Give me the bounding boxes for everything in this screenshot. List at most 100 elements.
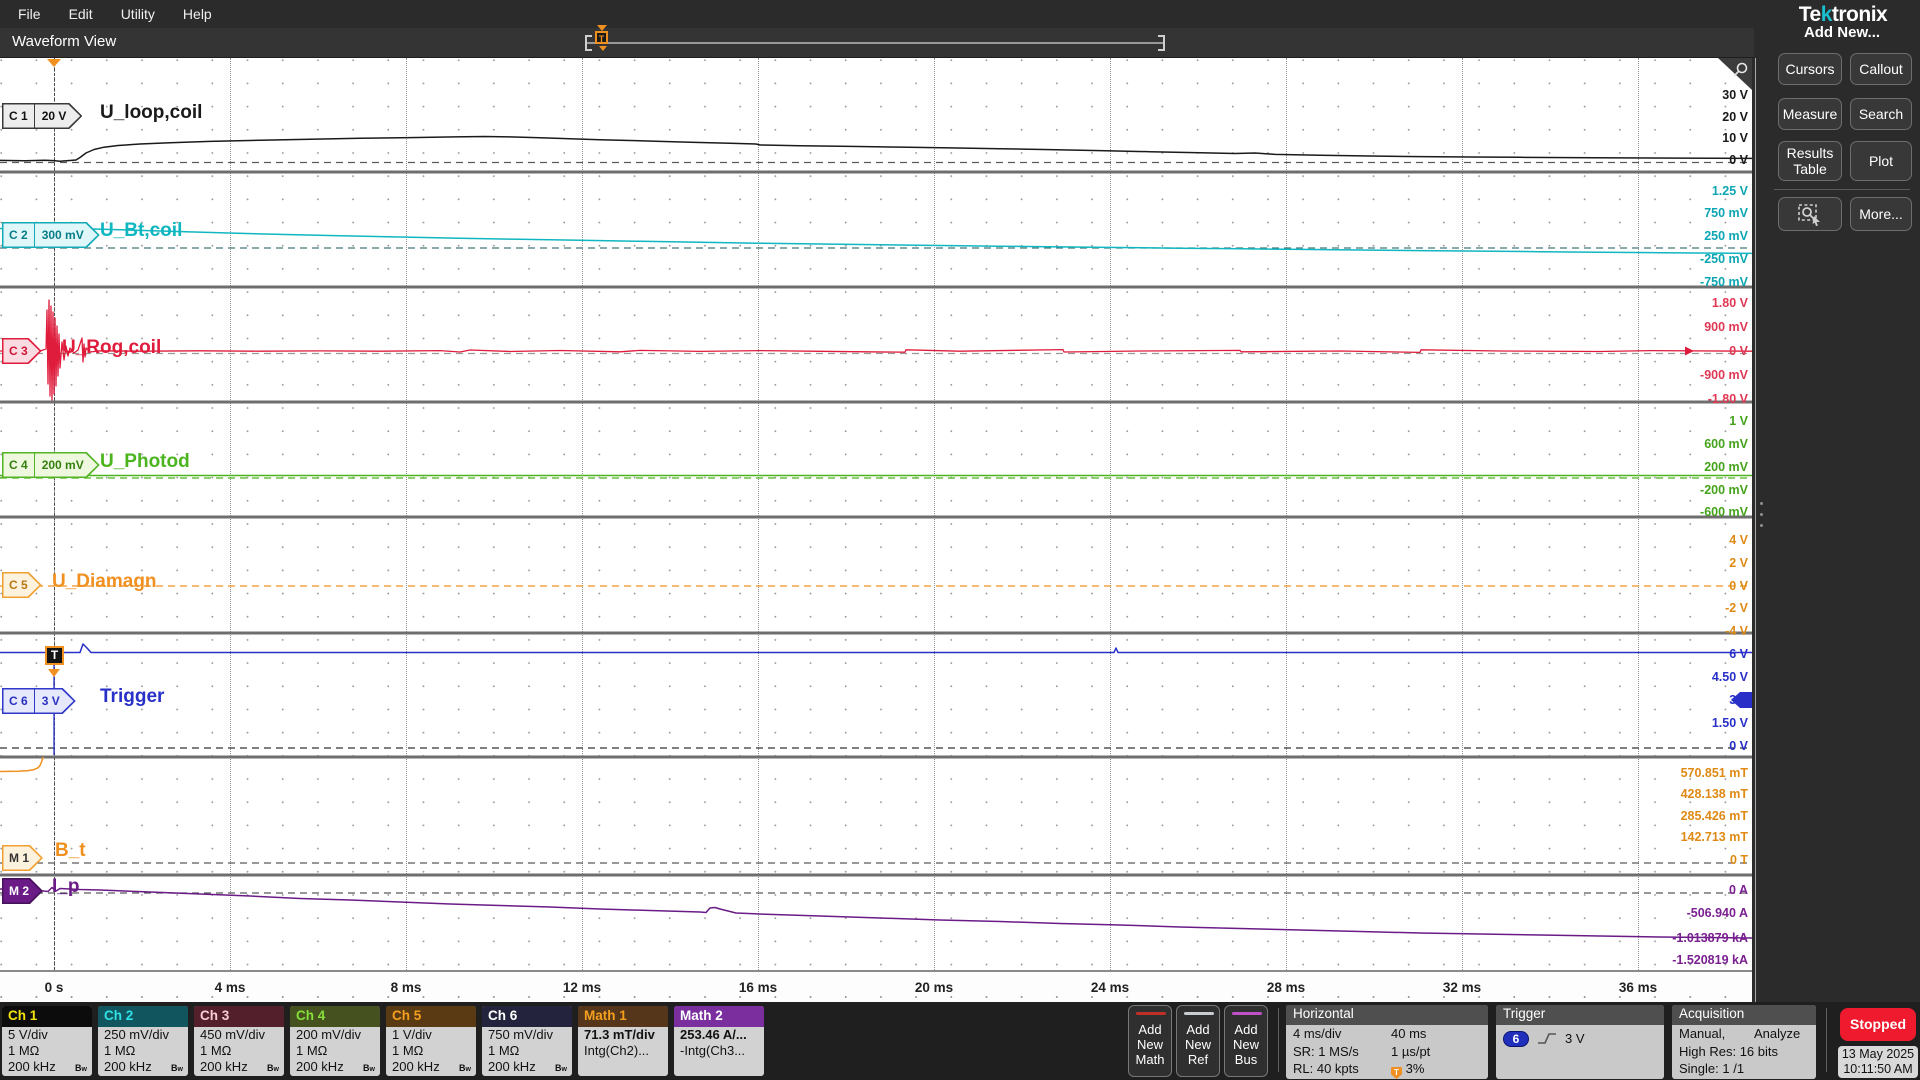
bottom-bar: Stopped 13 May 2025 10:11:50 AM Ch 15 V/… [0,1002,1920,1080]
c5-axis-label: 0 V [1628,579,1748,593]
c4-axis-label: -200 mV [1628,483,1748,497]
c4-axis-label: 1 V [1628,414,1748,428]
waveform-view-title: Waveform View [12,33,116,50]
logo-text: tronix [1832,3,1887,26]
c6-badge-label: C 6 [2,694,34,708]
horizontal-panel-title: Horizontal [1286,1005,1488,1025]
add-button-stripe [1136,1012,1166,1015]
c2-axis-label: 1.25 V [1628,184,1748,198]
acquisition-overview-bar[interactable]: T [585,34,1165,52]
badge-detail-row: 5 V/div [2,1027,92,1043]
m2-axis-label: -1.520819 kA [1628,953,1748,967]
c2-badge-shape: C 2300 mV [2,222,100,248]
menu-utility[interactable]: Utility [107,6,169,22]
add-new-math-button[interactable]: AddNewMath [1128,1005,1172,1077]
bottom-badge-ch-1[interactable]: Ch 15 V/div1 MΩ200 kHzBw [2,1006,92,1076]
add-new-bus-button[interactable]: AddNewBus [1224,1005,1268,1077]
bottom-separator [1826,1008,1827,1072]
add-new-ref-button[interactable]: AddNewRef [1176,1005,1220,1077]
m1-axis-label: 428.138 mT [1628,787,1748,801]
acquisition-resolution-row: High Res: 16 bits [1672,1043,1816,1061]
menu-edit[interactable]: Edit [55,6,107,22]
menu-help[interactable]: Help [169,6,226,22]
c4-axis-label: 600 mV [1628,437,1748,451]
m2-channel-badge[interactable]: M 2 [2,878,43,904]
sidebar: Tektronix Add New... CursorsCalloutMeasu… [1764,0,1920,1080]
waveform-plot-area[interactable]: C 120 VU_loop,coil30 V20 V10 V0 VC 2300 … [0,58,1752,970]
bottom-badge-ch-6[interactable]: Ch 6750 mV/div1 MΩ200 kHzBw [482,1006,572,1076]
acquisition-status-button[interactable]: Stopped [1840,1008,1916,1041]
badge-detail-row: 1 MΩ [194,1043,284,1059]
m2-channel-name: I_p [52,876,79,898]
add-button-label: New [1177,1037,1219,1052]
m1-axis-label: 0 T [1628,853,1748,867]
badge-title: Math 1 [578,1006,668,1027]
add-button-label: Math [1129,1052,1171,1067]
c4-channel-name: U_Photod [100,451,190,473]
add-button-label: New [1129,1037,1171,1052]
c1-waveform-trace [0,137,1752,162]
c6-axis-label: 6 V [1628,647,1748,661]
overview-trigger-triangle-bottom [599,46,607,51]
trigger-settings-row: 63 V [1496,1025,1664,1048]
m1-badge-label: M 1 [2,851,43,865]
bottom-badge-ch-3[interactable]: Ch 3450 mV/div1 MΩ200 kHzBw [194,1006,284,1076]
sidebar-button-results-table[interactable]: Results Table [1778,141,1842,181]
trigger-pin-icon: T [1391,1067,1402,1079]
badge-title: Ch 3 [194,1006,284,1027]
c4-channel-badge[interactable]: C 4200 mV [2,452,100,478]
c4-badge-shape: C 4200 mV [2,452,100,478]
horizontal-row: RL: 40 kptsT 3% [1286,1060,1488,1078]
trigger-panel[interactable]: Trigger63 V [1496,1005,1664,1079]
horizontal-panel[interactable]: Horizontal4 ms/div40 msSR: 1 MS/s1 µs/pt… [1286,1005,1488,1079]
m1-axis-label: 142.713 mT [1628,830,1748,844]
c6-waveform-trace [0,644,1752,653]
add-button-label: Add [1225,1022,1267,1037]
c4-badge-body: C 4200 mV [2,452,100,478]
trigger-flag[interactable]: T [45,646,64,665]
sidebar-button-callout[interactable]: Callout [1850,53,1912,85]
c6-channel-badge[interactable]: C 63 V [2,688,76,714]
overview-trigger-pin[interactable]: T [595,31,608,44]
bw-w: w [274,1066,279,1073]
c3-channel-badge[interactable]: C 3 [2,338,42,364]
add-button-label: Ref [1177,1052,1219,1067]
menu-file[interactable]: File [4,6,55,22]
acquisition-panel[interactable]: AcquisitionManual,AnalyzeHigh Res: 16 bi… [1672,1005,1816,1079]
c1-channel-badge[interactable]: C 120 V [2,103,82,129]
m1-waveform-trace [0,758,43,772]
m1-channel-badge[interactable]: M 1 [2,845,43,871]
oscilloscope-screen: FileEditUtilityHelp Waveform View T C 12… [0,0,1920,1080]
corner-zoom-control[interactable] [1718,58,1752,90]
bw-w: w [82,1066,87,1073]
bw-w: w [562,1066,567,1073]
c2-channel-badge[interactable]: C 2300 mV [2,222,100,248]
sidebar-button-search[interactable]: Search [1850,98,1912,130]
c1-axis-label: 20 V [1628,110,1748,124]
bottom-badge-ch-2[interactable]: Ch 2250 mV/div1 MΩ200 kHzBw [98,1006,188,1076]
horizontal-trigger-pos: T 3% [1391,1060,1424,1079]
time-axis-label: 20 ms [915,980,953,995]
time-axis-label: 24 ms [1091,980,1129,995]
sidebar-button-cursors[interactable]: Cursors [1778,53,1842,85]
badge-detail-row: 1 V/div [386,1027,476,1043]
plot-sidebar-divider[interactable] [1755,58,1756,1002]
badge-detail-row: 200 kHzBw [386,1059,476,1075]
m2-badge-shape: M 2 [2,878,43,904]
bottom-badge-math-2[interactable]: Math 2253.46 A/...-Intg(Ch3... [674,1006,764,1076]
sidebar-button-plot[interactable]: Plot [1850,141,1912,181]
c2-waveform-trace [0,224,1752,254]
c4-badge-scale: 200 mV [34,452,100,478]
bottom-badge-ch-5[interactable]: Ch 51 V/div1 MΩ200 kHzBw [386,1006,476,1076]
bottom-badge-math-1[interactable]: Math 171.3 mT/divIntg(Ch2)... [578,1006,668,1076]
more-button[interactable]: More... [1850,197,1912,231]
sidebar-button-measure[interactable]: Measure [1778,98,1842,130]
c5-channel-badge[interactable]: C 5 [2,572,42,598]
zoom-mode-button[interactable] [1778,197,1842,231]
bottom-badge-ch-4[interactable]: Ch 4200 mV/div1 MΩ200 kHzBw [290,1006,380,1076]
m2-badge-body: M 2 [2,878,43,904]
m1-badge-body: M 1 [2,845,43,871]
c4-badge-label: C 4 [2,458,34,472]
time-axis-label: 36 ms [1619,980,1657,995]
overview-line [585,42,1165,44]
